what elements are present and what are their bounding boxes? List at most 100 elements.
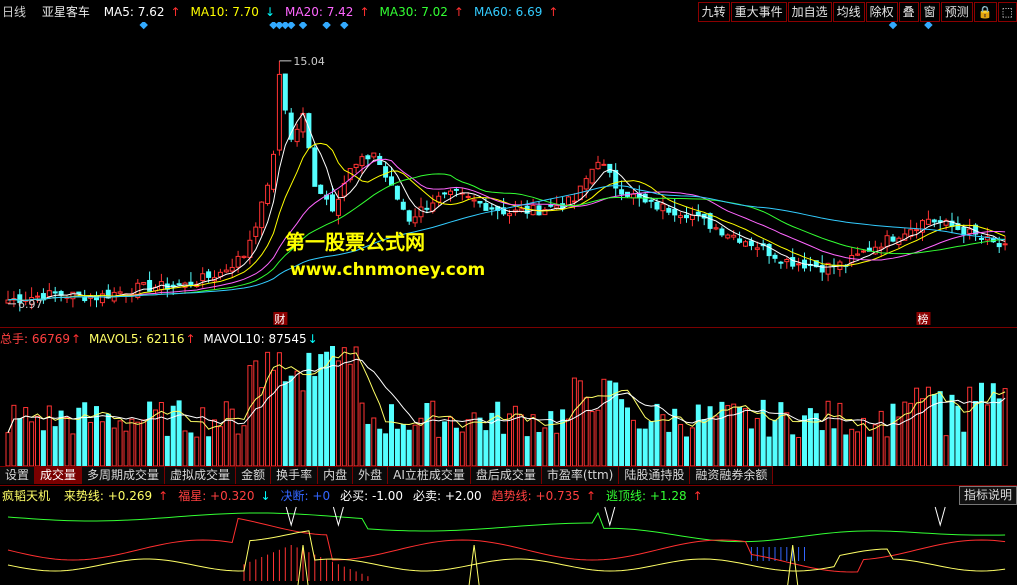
candle-body bbox=[5, 299, 11, 304]
indicator-chart[interactable] bbox=[0, 505, 1017, 585]
toolbar-button-5[interactable]: 叠 bbox=[898, 2, 919, 22]
tab-5[interactable]: 换手率 bbox=[271, 466, 319, 484]
volume-bar bbox=[684, 436, 689, 466]
candle-body bbox=[206, 271, 212, 278]
volume-bar bbox=[866, 436, 872, 466]
volume-chart[interactable] bbox=[0, 346, 1017, 466]
candle-body bbox=[418, 206, 424, 218]
volume-bar bbox=[990, 383, 996, 466]
volume-bar bbox=[571, 377, 577, 466]
volume-bar bbox=[70, 433, 76, 466]
volume-bar bbox=[353, 346, 359, 466]
tab-9[interactable]: 盘后成交量 bbox=[470, 466, 542, 484]
volume-bar bbox=[377, 428, 383, 466]
volume-bar bbox=[902, 401, 908, 466]
indicator-arrow-5: ↑ bbox=[585, 489, 596, 503]
tab-7[interactable]: 外盘 bbox=[353, 466, 389, 484]
high-price-label: 15.04 bbox=[293, 55, 325, 68]
candle-body bbox=[383, 166, 389, 178]
candle-body bbox=[689, 214, 695, 221]
volume-bar bbox=[831, 428, 837, 466]
candle-body bbox=[359, 156, 365, 167]
volume-bar bbox=[276, 352, 282, 466]
candle-body bbox=[353, 163, 359, 169]
candle-body bbox=[861, 250, 866, 253]
tab-2[interactable]: 多周期成交量 bbox=[82, 466, 166, 484]
toolbar-button-2[interactable]: 加自选 bbox=[787, 2, 832, 22]
toolbar-button-9[interactable]: ⬚ bbox=[997, 2, 1017, 22]
toolbar-button-7[interactable]: 预测 bbox=[940, 2, 973, 22]
volume-bar bbox=[459, 431, 465, 466]
tab-12[interactable]: 融资融券余额 bbox=[690, 466, 774, 484]
tab-8[interactable]: AI立桩成交量 bbox=[388, 466, 471, 484]
tab-11[interactable]: 陆股通持股 bbox=[619, 466, 691, 484]
toolbar-button-0[interactable]: 九转 bbox=[697, 2, 730, 22]
indicator-name: 疯韬天机 bbox=[2, 489, 51, 503]
tab-1[interactable]: 成交量 bbox=[35, 466, 83, 484]
volume-bar bbox=[442, 421, 448, 466]
volume-bar bbox=[536, 431, 542, 466]
candle-body bbox=[371, 152, 377, 158]
tab-6[interactable]: 内盘 bbox=[318, 466, 354, 484]
volume-bar bbox=[424, 403, 430, 466]
volume-bar bbox=[961, 431, 967, 466]
volume-bar bbox=[1002, 388, 1008, 466]
tab-0[interactable]: 设置 bbox=[0, 466, 36, 484]
candle-body bbox=[424, 207, 430, 210]
volume-bar bbox=[117, 420, 123, 466]
candle-body bbox=[389, 176, 394, 186]
volume-bar bbox=[784, 412, 790, 466]
volume-bar bbox=[701, 419, 707, 466]
toolbar-button-8[interactable]: 🔒 bbox=[973, 2, 997, 22]
volume-bar bbox=[518, 414, 524, 466]
price-info-bar: 日线 亚星客车 MA5: 7.62 ↑ MA10: 7.70 ↓ MA20: 7.42 ↑… bbox=[0, 2, 566, 22]
volume-bar bbox=[737, 406, 743, 466]
volume-bar bbox=[748, 428, 754, 466]
volume-bar bbox=[843, 434, 849, 466]
candle-body bbox=[719, 228, 725, 236]
candle-body bbox=[678, 215, 684, 219]
low-price-label: 6.97 bbox=[18, 298, 43, 311]
toolbar-button-6[interactable]: 窗 bbox=[919, 2, 940, 22]
ma30-line bbox=[7, 173, 1006, 301]
candle-body bbox=[855, 253, 861, 256]
volume-bar bbox=[949, 394, 955, 466]
candle-body bbox=[931, 219, 937, 223]
volume-bar bbox=[920, 398, 925, 466]
volume-bar bbox=[341, 347, 347, 466]
candlestick-chart[interactable]: 15.04 6.97 财 榜 bbox=[0, 22, 1017, 326]
panel-divider-price bbox=[0, 327, 1017, 328]
volume-bar bbox=[164, 435, 170, 466]
volume-bar bbox=[796, 436, 802, 466]
candle-body bbox=[229, 266, 235, 272]
volume-bar bbox=[76, 407, 82, 466]
candle-body bbox=[1002, 243, 1008, 246]
candle-body bbox=[465, 195, 471, 198]
event-diamond-icon bbox=[286, 22, 296, 30]
indicator-explain-button[interactable]: 指标说明 bbox=[958, 486, 1017, 505]
volume-bar bbox=[725, 405, 731, 466]
toolbar-button-1[interactable]: 重大事件 bbox=[730, 2, 787, 22]
candle-body bbox=[666, 207, 672, 213]
volume-bar bbox=[501, 433, 507, 466]
tab-3[interactable]: 虚拟成交量 bbox=[165, 466, 237, 484]
volume-bar bbox=[406, 429, 412, 466]
candle-body bbox=[188, 281, 194, 286]
volume-bar bbox=[996, 398, 1002, 466]
volume-bar bbox=[359, 402, 365, 466]
toolbar-button-4[interactable]: 除权 bbox=[865, 2, 898, 22]
candle-body bbox=[914, 229, 920, 232]
period-label[interactable]: 日线 bbox=[2, 5, 26, 19]
candle-body bbox=[477, 200, 483, 204]
tab-10[interactable]: 市盈率(ttm) bbox=[541, 466, 620, 484]
candle-body bbox=[713, 227, 719, 230]
tab-4[interactable]: 金额 bbox=[236, 466, 272, 484]
momentum-line bbox=[7, 530, 1006, 572]
candle-body bbox=[223, 269, 229, 273]
sell-signal bbox=[604, 506, 616, 527]
candle-body bbox=[778, 261, 784, 264]
indicator-item-1: 福星: +0.320 bbox=[178, 489, 255, 503]
toolbar-button-3[interactable]: 均线 bbox=[832, 2, 865, 22]
volume-bar bbox=[135, 421, 141, 466]
ma-values: MA5: 7.62 ↑ MA10: 7.70 ↓ MA20: 7.42 ↑ MA30: 7.… bbox=[98, 5, 563, 19]
